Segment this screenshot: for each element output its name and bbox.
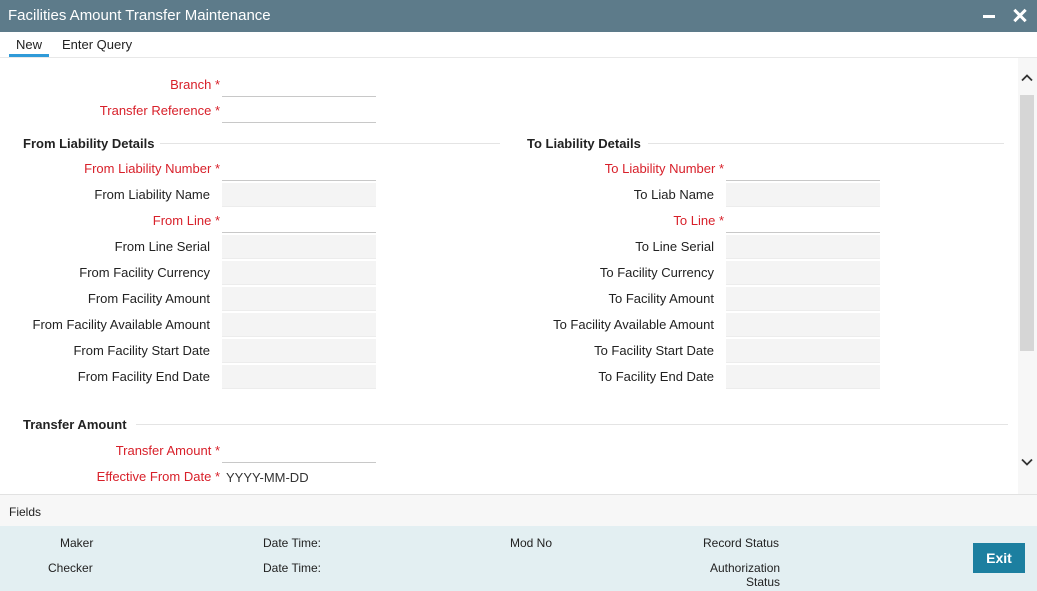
branch-input[interactable]	[222, 73, 376, 97]
authorization-status-label-line2: Status	[746, 575, 781, 589]
mod-no-label: Mod No	[510, 536, 553, 550]
from-line-serial-label: From Line Serial	[114, 239, 210, 254]
minimize-icon[interactable]	[980, 6, 998, 26]
fields-link[interactable]: Fields	[9, 505, 41, 519]
to-liability-number-input[interactable]	[726, 157, 880, 181]
from-facility-available-amount-label: From Facility Available Amount	[32, 317, 211, 332]
to-facility-currency-label: To Facility Currency	[599, 265, 714, 280]
fields-bar: Fields	[0, 494, 1037, 526]
window-title: Facilities Amount Transfer Maintenance	[8, 7, 271, 24]
to-line-serial-field	[726, 235, 880, 259]
to-facility-amount-label: To Facility Amount	[608, 291, 715, 306]
window-titlebar: Facilities Amount Transfer Maintenance	[0, 0, 1037, 32]
from-section-divider	[160, 143, 500, 144]
from-facility-end-date-field	[222, 365, 376, 389]
effective-from-date-label: Effective From Date *	[96, 469, 220, 484]
to-liab-name-field	[726, 183, 880, 207]
from-line-serial-field	[222, 235, 376, 259]
to-facility-end-date-label: To Facility End Date	[598, 369, 714, 384]
to-facility-available-amount-field	[726, 313, 880, 337]
to-facility-amount-field	[726, 287, 880, 311]
transfer-reference-input[interactable]	[222, 99, 376, 123]
menu-new-active-indicator	[9, 54, 49, 57]
to-facility-available-amount-label: To Facility Available Amount	[553, 317, 714, 332]
scrollbar-thumb[interactable]	[1020, 95, 1034, 351]
from-facility-available-amount-field	[222, 313, 376, 337]
vertical-scrollbar[interactable]	[1018, 58, 1037, 494]
exit-button[interactable]: Exit	[973, 543, 1025, 573]
menu-enter-query[interactable]: Enter Query	[62, 37, 132, 52]
to-facility-end-date-field	[726, 365, 880, 389]
to-facility-start-date-field	[726, 339, 880, 363]
transfer-amount-section-title: Transfer Amount	[23, 417, 127, 432]
form-content: Branch * Transfer Reference * From Liabi…	[0, 58, 1018, 494]
transfer-section-divider	[136, 424, 1008, 425]
from-liability-section-title: From Liability Details	[23, 136, 155, 151]
from-line-input[interactable]	[222, 209, 376, 233]
from-liability-name-field	[222, 183, 376, 207]
from-liability-number-input[interactable]	[222, 157, 376, 181]
from-facility-start-date-field	[222, 339, 376, 363]
close-icon[interactable]	[1011, 6, 1029, 26]
to-liab-name-label: To Liab Name	[633, 187, 714, 202]
from-facility-currency-label: From Facility Currency	[79, 265, 210, 280]
branch-label: Branch *	[170, 77, 220, 92]
authorization-status-label-line1: Authorization	[710, 561, 781, 575]
menu-new[interactable]: New	[16, 37, 42, 52]
checker-label: Checker	[48, 561, 93, 575]
from-facility-start-date-label: From Facility Start Date	[73, 343, 210, 358]
from-line-label: From Line *	[152, 213, 220, 228]
from-liability-name-label: From Liability Name	[94, 187, 210, 202]
record-status-label: Record Status	[703, 536, 780, 550]
to-facility-start-date-label: To Facility Start Date	[594, 343, 714, 358]
to-liability-section-title: To Liability Details	[527, 136, 641, 151]
to-section-divider	[648, 143, 1004, 144]
from-facility-amount-field	[222, 287, 376, 311]
to-line-input[interactable]	[726, 209, 880, 233]
maker-label: Maker	[60, 536, 94, 550]
chevron-up-icon[interactable]	[1021, 72, 1033, 84]
transfer-amount-input[interactable]	[222, 439, 376, 463]
maker-date-time-label: Date Time:	[263, 536, 322, 550]
menu-bar: New Enter Query	[0, 32, 1037, 58]
transfer-amount-label: Transfer Amount *	[115, 443, 220, 458]
from-facility-end-date-label: From Facility End Date	[77, 369, 210, 384]
checker-date-time-label: Date Time:	[263, 561, 322, 575]
to-line-label: To Line *	[673, 213, 724, 228]
from-liability-number-label: From Liability Number *	[84, 161, 220, 176]
from-facility-amount-label: From Facility Amount	[87, 291, 210, 306]
to-liability-number-label: To Liability Number *	[604, 161, 724, 176]
from-facility-currency-field	[222, 261, 376, 285]
chevron-down-icon[interactable]	[1021, 456, 1033, 468]
transfer-reference-label: Transfer Reference *	[99, 103, 220, 118]
to-line-serial-label: To Line Serial	[635, 239, 714, 254]
audit-footer: Maker Checker Date Time: Date Time: Mod …	[0, 526, 1037, 591]
effective-from-date-input[interactable]: YYYY-MM-DD	[222, 465, 376, 489]
to-facility-currency-field	[726, 261, 880, 285]
